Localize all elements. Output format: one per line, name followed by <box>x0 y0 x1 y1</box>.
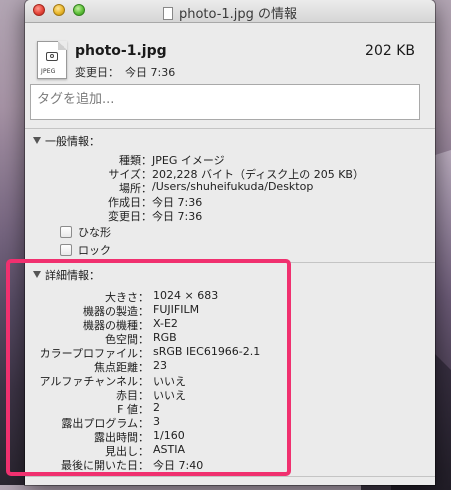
details-row: 色空間： RGB <box>25 331 435 346</box>
details-row: アルファチャンネル： いいえ <box>25 373 435 388</box>
window-title: photo-1.jpg の情報 <box>25 3 435 22</box>
details-value: sRGB IEC61966-2.1 <box>153 345 261 358</box>
details-value: 1024 × 683 <box>153 289 219 302</box>
general-section-toggle[interactable]: 一般情報： <box>33 133 100 149</box>
details-value: ASTIA <box>153 443 185 456</box>
general-key: 変更日： <box>108 210 152 223</box>
locked-checkbox[interactable]: ロック <box>60 242 111 258</box>
stationery-checkbox-box[interactable] <box>60 226 72 238</box>
details-row: 大きさ： 1024 × 683 <box>25 289 435 304</box>
general-row-kind: 種類： JPEG イメージ <box>25 152 435 167</box>
title-bar[interactable]: photo-1.jpg の情報 <box>25 0 435 23</box>
section-divider <box>25 128 435 129</box>
details-row: カラープロファイル： sRGB IEC61966-2.1 <box>25 345 435 360</box>
details-value: 1/160 <box>153 429 185 442</box>
stationery-label: ひな形 <box>78 226 111 239</box>
details-row: 機器の製造： FUJIFILM <box>25 303 435 318</box>
details-section-toggle[interactable]: 詳細情報： <box>33 267 100 283</box>
details-row: 赤目： いいえ <box>25 387 435 402</box>
general-row-created: 作成日： 今日 7:36 <box>25 194 435 209</box>
locked-label: ロック <box>78 244 111 257</box>
stationery-checkbox[interactable]: ひな形 <box>60 224 111 240</box>
file-name: photo-1.jpg <box>75 43 167 59</box>
general-value: 今日 7:36 <box>152 210 203 223</box>
details-row: 露出時間： 1/160 <box>25 429 435 444</box>
general-row-size: サイズ： 202,228 バイト（ディスク上の 205 KB） <box>25 166 435 181</box>
document-proxy-icon[interactable] <box>162 7 173 20</box>
section-divider <box>25 476 435 477</box>
disclosure-triangle-icon <box>33 271 41 278</box>
general-heading: 一般情報： <box>45 135 100 148</box>
file-type-badge: JPEG <box>41 68 56 75</box>
details-value: X-E2 <box>153 317 178 330</box>
locked-checkbox-box[interactable] <box>60 244 72 256</box>
disclosure-triangle-icon <box>33 137 41 144</box>
page-fold <box>58 41 67 50</box>
header-modified-value: 今日 7:36 <box>125 66 176 79</box>
details-row: 最後に開いた日： 今日 7:40 <box>25 457 435 472</box>
preview-glyph-icon <box>46 52 58 61</box>
details-value: 3 <box>153 415 160 428</box>
details-value: RGB <box>153 331 177 344</box>
details-key: 最後に開いた日： <box>61 459 149 472</box>
file-size: 202 KB <box>365 43 415 59</box>
details-row: 焦点距離： 23 <box>25 359 435 374</box>
general-row-where: 場所： /Users/shuheifukuda/Desktop <box>25 180 435 195</box>
header-modified: 変更日： 今日 7:36 <box>75 64 175 80</box>
jpeg-file-icon[interactable]: JPEG <box>37 41 67 79</box>
details-value: 2 <box>153 401 160 414</box>
info-content: JPEG photo-1.jpg 202 KB 変更日：今日 7:36 一般情報… <box>25 23 435 485</box>
general-value: /Users/shuheifukuda/Desktop <box>152 180 314 193</box>
tags-input[interactable] <box>30 84 420 120</box>
details-row: 露出プログラム： 3 <box>25 415 435 430</box>
info-window: photo-1.jpg の情報 JPEG photo-1.jpg 202 KB … <box>25 0 435 485</box>
details-value: 今日 7:40 <box>153 459 204 472</box>
details-value: FUJIFILM <box>153 303 200 316</box>
details-row: 見出し： ASTIA <box>25 443 435 458</box>
window-title-text: photo-1.jpg の情報 <box>178 7 298 22</box>
header-modified-label: 変更日： <box>75 66 119 79</box>
general-row-modified: 変更日： 今日 7:36 <box>25 208 435 223</box>
details-row: F 値： 2 <box>25 401 435 416</box>
section-divider <box>25 262 435 263</box>
details-row: 機器の機種： X-E2 <box>25 317 435 332</box>
details-value: 23 <box>153 359 167 372</box>
details-heading: 詳細情報： <box>45 269 100 282</box>
